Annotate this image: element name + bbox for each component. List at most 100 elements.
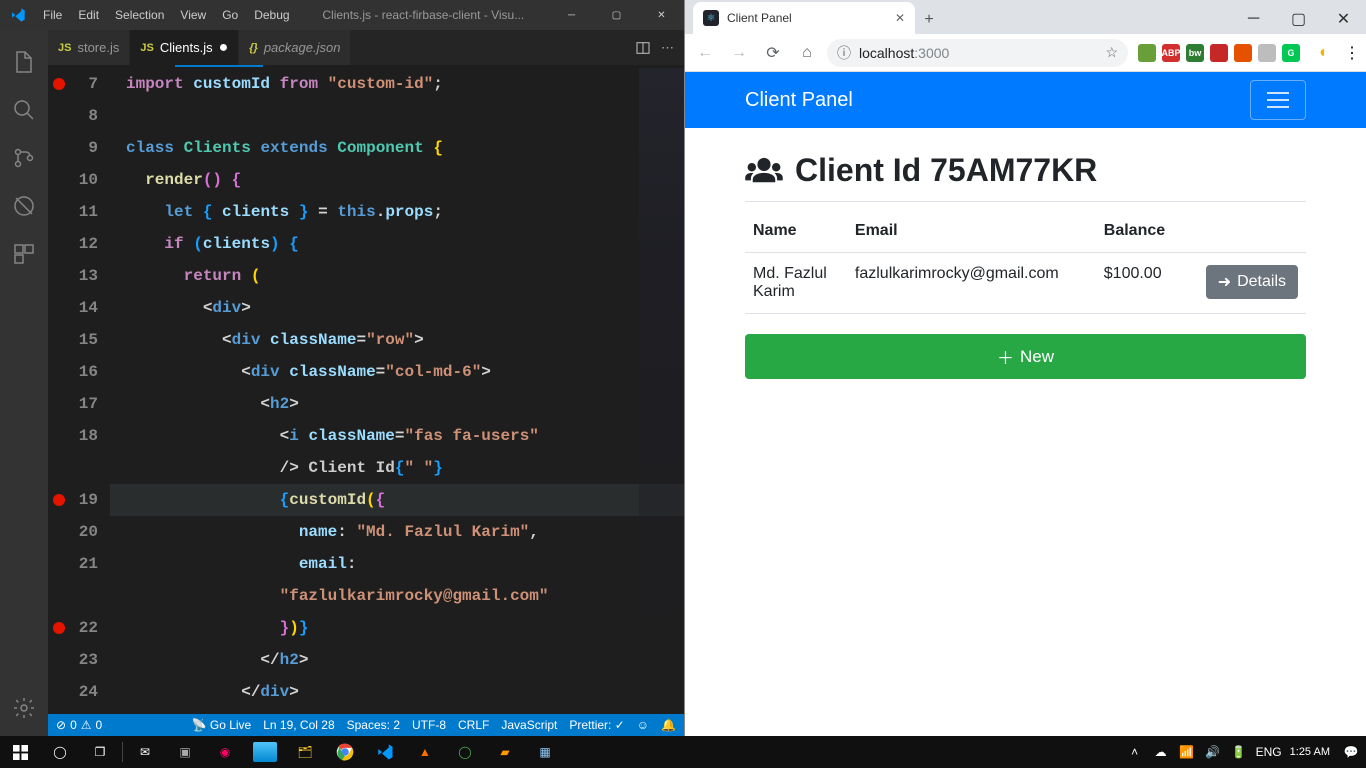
problems-status[interactable]: ⊘0 ⚠0 — [56, 718, 102, 732]
code-line[interactable]: <h2> — [110, 388, 684, 420]
line-number[interactable]: 16 — [70, 356, 98, 388]
terminal-app-icon[interactable]: ▣ — [165, 736, 205, 768]
browser-maximize-button[interactable]: ▢ — [1276, 4, 1321, 34]
new-client-button[interactable]: ＋ New — [745, 334, 1306, 379]
code-line[interactable]: <i className="fas fa-users" — [110, 420, 684, 452]
language-status[interactable]: JavaScript — [501, 718, 557, 732]
cortana-button[interactable]: ◯ — [40, 736, 80, 768]
line-number[interactable]: 18 — [70, 420, 98, 452]
line-number[interactable]: 13 — [70, 260, 98, 292]
photos-icon[interactable]: ▦ — [525, 736, 565, 768]
code-line[interactable]: "fazlulkarimrocky@gmail.com" — [110, 580, 684, 612]
line-number[interactable]: 19 — [70, 484, 98, 516]
browser-menu-icon[interactable]: ⋮ — [1344, 43, 1360, 63]
vscode-taskbar-icon[interactable] — [365, 736, 405, 768]
code-line[interactable]: </h2> — [110, 644, 684, 676]
breakpoint-icon[interactable] — [53, 622, 65, 634]
line-number[interactable]: 10 — [70, 164, 98, 196]
browser-minimize-button[interactable]: ─ — [1231, 4, 1276, 34]
reload-button[interactable]: ⟳ — [759, 39, 787, 67]
line-number[interactable]: 9 — [70, 132, 98, 164]
breakpoint-icon[interactable] — [53, 78, 65, 90]
extension-icon[interactable]: G — [1282, 44, 1300, 62]
line-number[interactable]: 22 — [70, 612, 98, 644]
menu-view[interactable]: View — [172, 0, 214, 30]
code-line[interactable]: <div className="col-md-6"> — [110, 356, 684, 388]
line-number[interactable]: 21 — [70, 548, 98, 580]
sublime-icon[interactable]: ▰ — [485, 736, 525, 768]
line-number[interactable] — [70, 580, 98, 612]
editor-tab[interactable]: JSClients.js● — [130, 30, 239, 65]
maximize-button[interactable]: ▢ — [594, 0, 639, 30]
code-line[interactable]: return ( — [110, 260, 684, 292]
extension-icon[interactable] — [1138, 44, 1156, 62]
home-button[interactable]: ⌂ — [793, 39, 821, 67]
prettier-status[interactable]: Prettier: ✓ — [569, 718, 624, 732]
cursor-position[interactable]: Ln 19, Col 28 — [263, 718, 334, 732]
extension-icon[interactable] — [1234, 44, 1252, 62]
editor-tab[interactable]: JSstore.js — [48, 30, 130, 65]
line-number[interactable]: 8 — [70, 100, 98, 132]
line-number[interactable] — [70, 452, 98, 484]
profile-icon[interactable]: ◐ — [1310, 39, 1338, 67]
code-line[interactable]: {customId({ — [110, 484, 684, 516]
code-line[interactable]: <div> — [110, 292, 684, 324]
wifi-icon[interactable]: 📶 — [1178, 745, 1196, 759]
bookmark-star-icon[interactable]: ☆ — [1105, 44, 1118, 61]
bell-icon[interactable]: 🔔 — [661, 718, 676, 732]
navbar-brand[interactable]: Client Panel — [745, 89, 853, 112]
taskbar-clock[interactable]: 1:25 AM — [1290, 746, 1334, 758]
menu-selection[interactable]: Selection — [107, 0, 172, 30]
browser-close-button[interactable]: ✕ — [1321, 4, 1366, 34]
code-line[interactable]: let { clients } = this.props; — [110, 196, 684, 228]
menu-edit[interactable]: Edit — [70, 0, 107, 30]
browser-tab[interactable]: ⚛ Client Panel ✕ — [693, 2, 915, 34]
line-number[interactable]: 7 — [70, 68, 98, 100]
settings-gear-icon[interactable] — [0, 684, 48, 732]
app-icon[interactable] — [253, 742, 277, 762]
mail-app-icon[interactable]: ✉ — [125, 736, 165, 768]
code-line[interactable] — [110, 100, 684, 132]
code-line[interactable]: class Clients extends Component { — [110, 132, 684, 164]
line-number[interactable]: 11 — [70, 196, 98, 228]
forward-button[interactable]: → — [725, 39, 753, 67]
app-icon[interactable]: ◉ — [205, 736, 245, 768]
line-number[interactable]: 23 — [70, 644, 98, 676]
onedrive-icon[interactable]: ☁ — [1152, 745, 1170, 759]
breakpoint-icon[interactable] — [53, 494, 65, 506]
line-number[interactable]: 15 — [70, 324, 98, 356]
start-button[interactable] — [0, 736, 40, 768]
extension-icon[interactable]: bw — [1186, 44, 1204, 62]
code-line[interactable]: </div> — [110, 676, 684, 708]
feedback-icon[interactable]: ☺ — [637, 718, 649, 732]
battery-icon[interactable]: 🔋 — [1230, 745, 1248, 759]
more-actions-icon[interactable]: ⋯ — [661, 40, 674, 56]
minimize-button[interactable]: ─ — [549, 0, 594, 30]
file-explorer-icon[interactable]: 🗂 — [285, 736, 325, 768]
encoding-status[interactable]: UTF-8 — [412, 718, 446, 732]
menu-go[interactable]: Go — [214, 0, 246, 30]
action-center-icon[interactable]: 💬 — [1342, 745, 1360, 759]
code-line[interactable]: name: "Md. Fazlul Karim", — [110, 516, 684, 548]
indentation-status[interactable]: Spaces: 2 — [347, 718, 400, 732]
language-indicator[interactable]: ENG — [1256, 745, 1282, 759]
eol-status[interactable]: CRLF — [458, 718, 489, 732]
details-button[interactable]: ➜ Details — [1206, 265, 1298, 299]
explorer-icon[interactable] — [0, 38, 48, 86]
code-line[interactable]: })} — [110, 612, 684, 644]
code-line[interactable]: if (clients) { — [110, 228, 684, 260]
navbar-toggle-button[interactable] — [1250, 80, 1306, 120]
search-icon[interactable] — [0, 86, 48, 134]
tray-chevron-icon[interactable]: ˄ — [1126, 745, 1144, 759]
line-number[interactable]: 12 — [70, 228, 98, 260]
task-view-button[interactable]: ❐ — [80, 736, 120, 768]
extension-icon[interactable] — [1210, 44, 1228, 62]
extension-icon[interactable]: ABP — [1162, 44, 1180, 62]
tab-close-icon[interactable]: ✕ — [895, 11, 905, 25]
app-icon[interactable]: ◯ — [445, 736, 485, 768]
volume-icon[interactable]: 🔊 — [1204, 745, 1222, 759]
line-number[interactable]: 20 — [70, 516, 98, 548]
extensions-icon[interactable] — [0, 230, 48, 278]
chrome-icon[interactable] — [325, 736, 365, 768]
line-number[interactable]: 14 — [70, 292, 98, 324]
